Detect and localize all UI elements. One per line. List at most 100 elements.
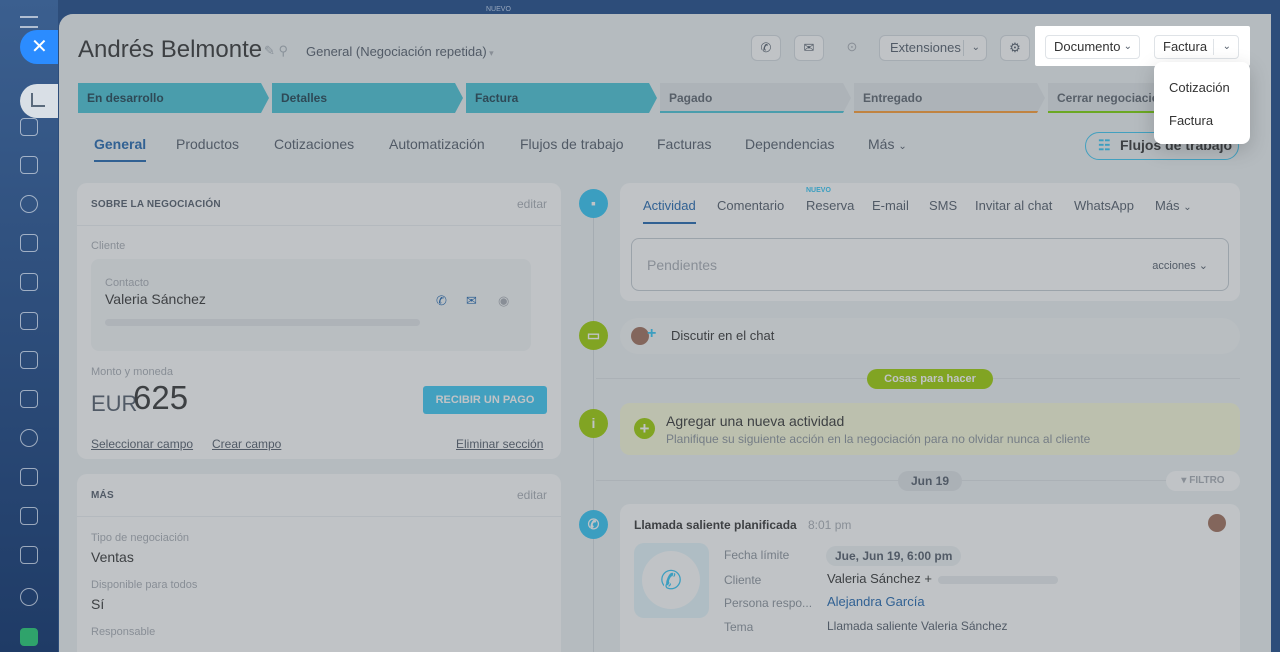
deal-tabs: General Productos Cotizaciones Automatiz…: [94, 136, 994, 166]
menu-icon[interactable]: [20, 16, 38, 28]
call-button[interactable]: ✆: [751, 35, 781, 61]
chevron-down-icon: ⌄: [898, 141, 907, 152]
tab-dependencias[interactable]: Dependencias: [745, 136, 835, 152]
about-deal-panel: SOBRE LA NEGOCIACIÓN editar Cliente Cont…: [77, 183, 561, 459]
tl-tab-email[interactable]: E-mail: [872, 198, 909, 213]
tab-facturas[interactable]: Facturas: [657, 136, 711, 152]
amount-label: Monto y moneda: [91, 366, 173, 378]
calendar-icon[interactable]: [20, 234, 38, 252]
deadline-value[interactable]: Jue, Jun 19, 6:00 pm: [826, 546, 962, 566]
tl-tab-mas[interactable]: Más ⌄: [1155, 198, 1192, 213]
stage-factura[interactable]: Factura: [466, 83, 657, 113]
client-label: Cliente: [91, 240, 126, 252]
tab-flujos[interactable]: Flujos de trabajo: [520, 136, 624, 152]
envelope-icon[interactable]: ✉: [466, 293, 481, 308]
tl-tab-whatsapp[interactable]: WhatsApp: [1074, 198, 1134, 213]
menu-item-cotizacion[interactable]: Cotización: [1169, 80, 1230, 95]
actions-label: acciones: [1152, 260, 1196, 272]
pending-input[interactable]: Pendientes acciones ⌄: [631, 238, 1229, 291]
chat-icon: ▭: [579, 321, 608, 350]
discuss-chat-row[interactable]: + Discutir en el chat: [620, 318, 1240, 354]
more-title: MÁS: [91, 490, 114, 501]
deadline-label: Fecha límite: [724, 548, 790, 562]
gear-icon: ⚙: [1009, 40, 1021, 55]
date-separator: Jun 19: [898, 471, 962, 491]
actions-dropdown[interactable]: acciones ⌄: [1152, 259, 1208, 272]
phone-icon: ✆: [760, 40, 772, 55]
about-edit-link[interactable]: editar: [517, 197, 547, 211]
settings-button[interactable]: ⚙: [1000, 35, 1030, 61]
tab-general[interactable]: General: [94, 136, 147, 162]
tl-tab-invitar-chat[interactable]: Invitar al chat: [975, 198, 1052, 213]
tab-mas[interactable]: Más ⌄: [868, 136, 907, 152]
planned-call-card: Llamada saliente planificada 8:01 pm ✆ F…: [620, 504, 1240, 652]
market-icon[interactable]: [20, 628, 38, 646]
tl-tab-actividad[interactable]: Actividad: [643, 198, 696, 224]
search-button[interactable]: ⊙: [837, 35, 867, 61]
tl-tab-comentario[interactable]: Comentario: [717, 198, 784, 213]
add-activity-card[interactable]: + Agregar una nueva actividad Planifique…: [620, 403, 1240, 455]
settings-icon[interactable]: [20, 588, 38, 606]
chat-icon[interactable]: ◉: [498, 293, 513, 308]
stage-pagado[interactable]: Pagado: [660, 83, 851, 113]
documents-icon[interactable]: [20, 273, 38, 291]
mail-icon[interactable]: [20, 390, 38, 408]
envelope-icon: ✉: [803, 40, 815, 55]
tasks-icon[interactable]: [20, 156, 38, 174]
extensions-button[interactable]: Extensiones ⌄: [879, 35, 987, 61]
tl-tab-reserva[interactable]: Reserva: [806, 198, 854, 213]
document-button[interactable]: Documento ⌄: [1045, 35, 1140, 59]
stage-entregado[interactable]: Entregado: [854, 83, 1045, 113]
receive-payment-button[interactable]: RECIBIR UN PAGO: [423, 386, 547, 414]
comment-icon: ▪: [579, 189, 608, 218]
avatar: [1208, 514, 1226, 532]
minimize-button[interactable]: [20, 84, 58, 118]
menu-item-factura[interactable]: Factura: [1169, 113, 1213, 128]
pending-placeholder: Pendientes: [647, 257, 718, 273]
responsible-value[interactable]: Alejandra García: [827, 594, 925, 609]
responsible-label: Persona respo...: [724, 596, 813, 610]
crm-icon[interactable]: [20, 195, 38, 213]
phone-icon[interactable]: ✆: [436, 293, 451, 308]
tl-tab-sms[interactable]: SMS: [929, 198, 957, 213]
tab-cotizaciones[interactable]: Cotizaciones: [274, 136, 354, 152]
delete-section-link[interactable]: Eliminar sección: [456, 437, 543, 451]
document-label: Documento: [1054, 39, 1121, 54]
employees-icon[interactable]: [20, 429, 38, 447]
tab-automatizacion[interactable]: Automatización: [389, 136, 485, 152]
call-icon-box: ✆: [634, 543, 709, 618]
deal-type-label: Tipo de negociación: [91, 532, 190, 544]
invoice-dropdown-menu: Cotización Factura: [1154, 62, 1250, 144]
stage-detalles[interactable]: Detalles: [272, 83, 463, 113]
info-icon: i: [579, 409, 608, 438]
sites-icon[interactable]: [20, 312, 38, 330]
todo-badge: Cosas para hacer: [867, 369, 993, 389]
store-icon[interactable]: [20, 351, 38, 369]
tab-productos[interactable]: Productos: [176, 136, 239, 152]
call-title[interactable]: Llamada saliente planificada: [634, 518, 797, 532]
checklist-icon[interactable]: [20, 468, 38, 486]
robot-icon[interactable]: [20, 546, 38, 564]
email-button[interactable]: ✉: [794, 35, 824, 61]
invoice-button[interactable]: Factura ⌄: [1154, 35, 1239, 59]
chevron-down-icon: ⌄: [1198, 260, 1208, 272]
create-field-link[interactable]: Crear campo: [212, 437, 281, 451]
about-deal-title: SOBRE LA NEGOCIACIÓN: [91, 199, 221, 210]
contact-name[interactable]: Valeria Sánchez: [105, 291, 206, 307]
deal-card: Andrés Belmonte ✎ ⚲ General (Negociación…: [59, 14, 1271, 652]
stage-en-desarrollo[interactable]: En desarrollo: [78, 83, 269, 113]
call-client-value[interactable]: Valeria Sánchez +: [827, 571, 932, 586]
chat-icon[interactable]: [20, 118, 38, 136]
filter-label: FILTRO: [1189, 475, 1225, 486]
contact-card[interactable]: Contacto Valeria Sánchez ✆ ✉ ◉: [91, 259, 531, 351]
edit-title-icon[interactable]: ✎ ⚲: [264, 43, 288, 59]
more-edit-link[interactable]: editar: [517, 488, 547, 502]
stage-bar: En desarrollo Detalles Factura Pagado En…: [78, 83, 1271, 113]
automation-icon[interactable]: [20, 507, 38, 525]
filter-button[interactable]: ▾ FILTRO: [1166, 471, 1240, 491]
select-field-link[interactable]: Seleccionar campo: [91, 437, 193, 451]
deal-category-selector[interactable]: General (Negociación repetida): [306, 44, 494, 59]
deal-title: Andrés Belmonte: [78, 36, 263, 63]
close-slider-button[interactable]: ✕: [20, 30, 58, 64]
chevron-down-icon: ⌄: [1123, 41, 1132, 52]
